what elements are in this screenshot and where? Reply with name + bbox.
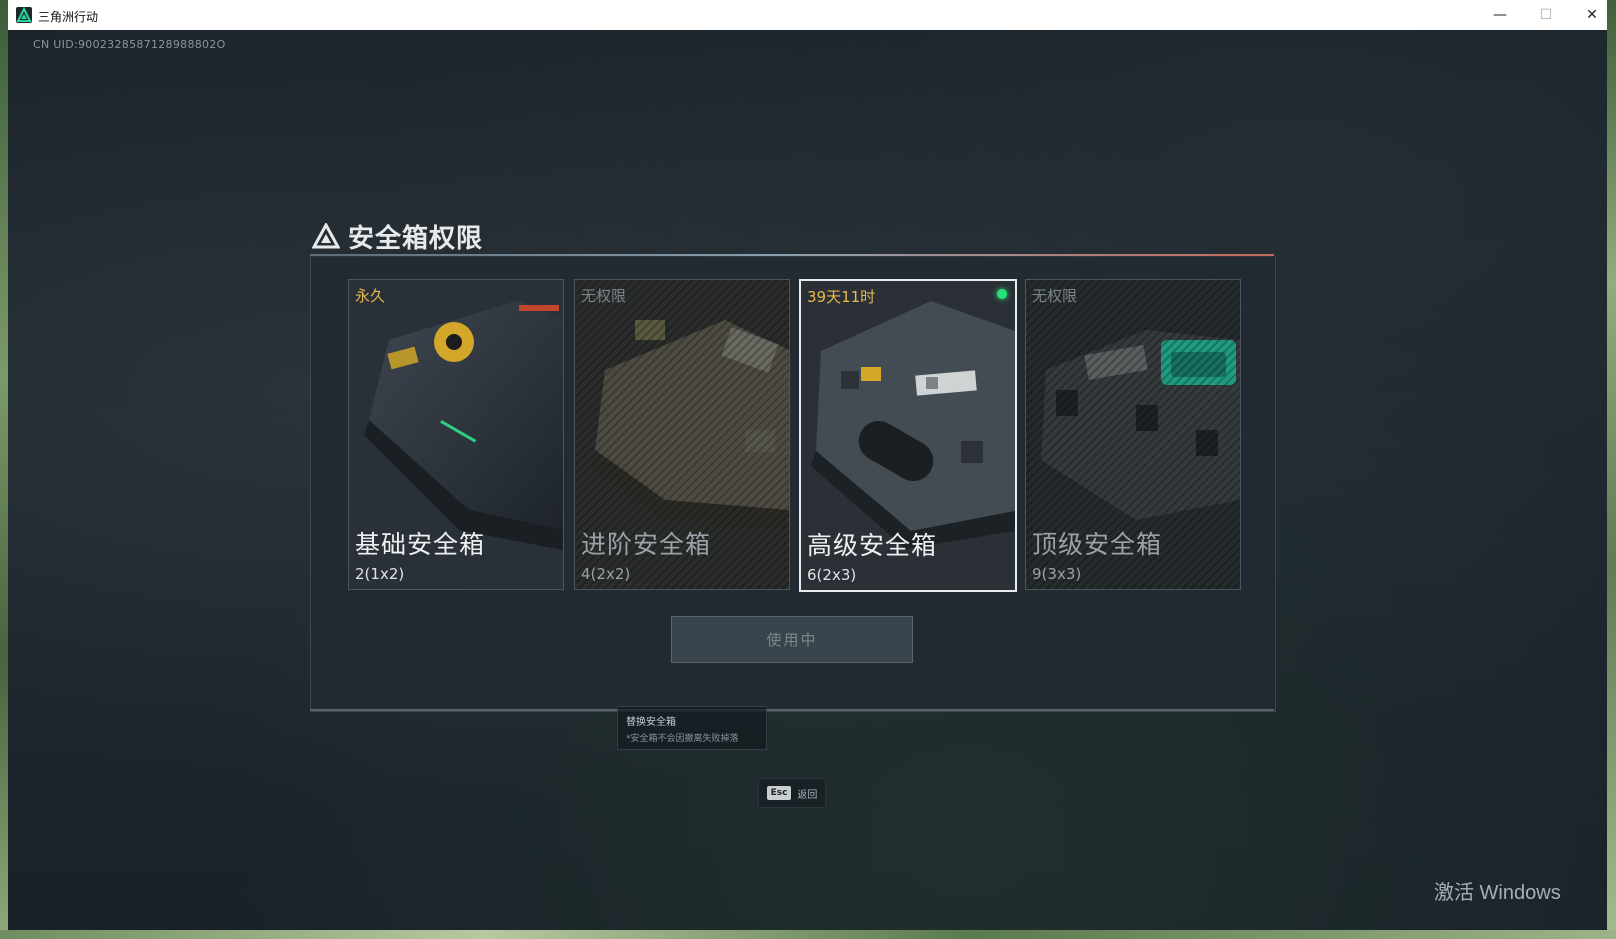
desktop-edge-right [1607, 0, 1616, 939]
active-indicator-icon [997, 289, 1007, 299]
esc-key-icon: Esc [766, 786, 792, 800]
card-name: 顶级安全箱 [1032, 530, 1163, 559]
uid-label: CN UID:9002328587128988802O [33, 38, 226, 51]
card-status: 无权限 [581, 287, 627, 305]
desktop-edge-left [0, 0, 8, 939]
card-name: 进阶安全箱 [581, 530, 712, 559]
safebox-card-premium[interactable]: 39天11时 高级安全箱 6(2x3) [799, 279, 1017, 592]
back-label: 返回 [797, 789, 818, 801]
tip-note: *安全箱不会因撤离失败掉落 [626, 734, 739, 744]
card-status: 无权限 [1032, 287, 1078, 305]
card-capacity: 9(3x3) [1032, 565, 1082, 583]
tip-title: 替换安全箱 [626, 717, 676, 728]
in-use-button[interactable]: 使用中 [671, 616, 913, 663]
safebox-card-basic[interactable]: 永久 基础安全箱 2(1x2) [348, 279, 564, 590]
title-bar[interactable]: 三角洲行动 — ☐ ✕ [8, 0, 1607, 31]
panel-header: 安全箱权限 [312, 218, 483, 254]
app-logo-icon [16, 7, 32, 23]
close-button[interactable]: ✕ [1569, 0, 1615, 30]
safebox-card-top[interactable]: 无权限 顶级安全箱 9(3x3) [1025, 279, 1241, 590]
minimize-button[interactable]: — [1477, 0, 1523, 30]
replace-safebox-tip: 替换安全箱 *安全箱不会因撤离失败掉落 [617, 706, 767, 750]
back-button[interactable]: Esc 返回 [758, 778, 826, 808]
safebox-card-advanced[interactable]: 无权限 进阶安全箱 4(2x2) [574, 279, 790, 590]
panel-title: 安全箱权限 [348, 223, 484, 254]
card-name: 高级安全箱 [807, 531, 938, 560]
desktop-edge-bottom [0, 930, 1616, 939]
card-status: 永久 [355, 287, 386, 305]
app-window: 三角洲行动 — ☐ ✕ CN UID:9002328587128988802O … [8, 0, 1607, 930]
card-name: 基础安全箱 [355, 530, 486, 559]
delta-logo-icon [312, 223, 340, 249]
game-viewport: CN UID:9002328587128988802O 安全箱权限 永久 基础安… [8, 30, 1607, 930]
card-capacity: 2(1x2) [355, 565, 405, 583]
panel-bottom-line [310, 709, 1274, 711]
maximize-button[interactable]: ☐ [1523, 0, 1569, 30]
card-capacity: 4(2x2) [581, 565, 631, 583]
card-status: 39天11时 [807, 288, 876, 306]
activate-windows-watermark: 激活 Windows [1434, 882, 1561, 904]
window-title: 三角洲行动 [38, 10, 99, 24]
card-capacity: 6(2x3) [807, 566, 857, 584]
